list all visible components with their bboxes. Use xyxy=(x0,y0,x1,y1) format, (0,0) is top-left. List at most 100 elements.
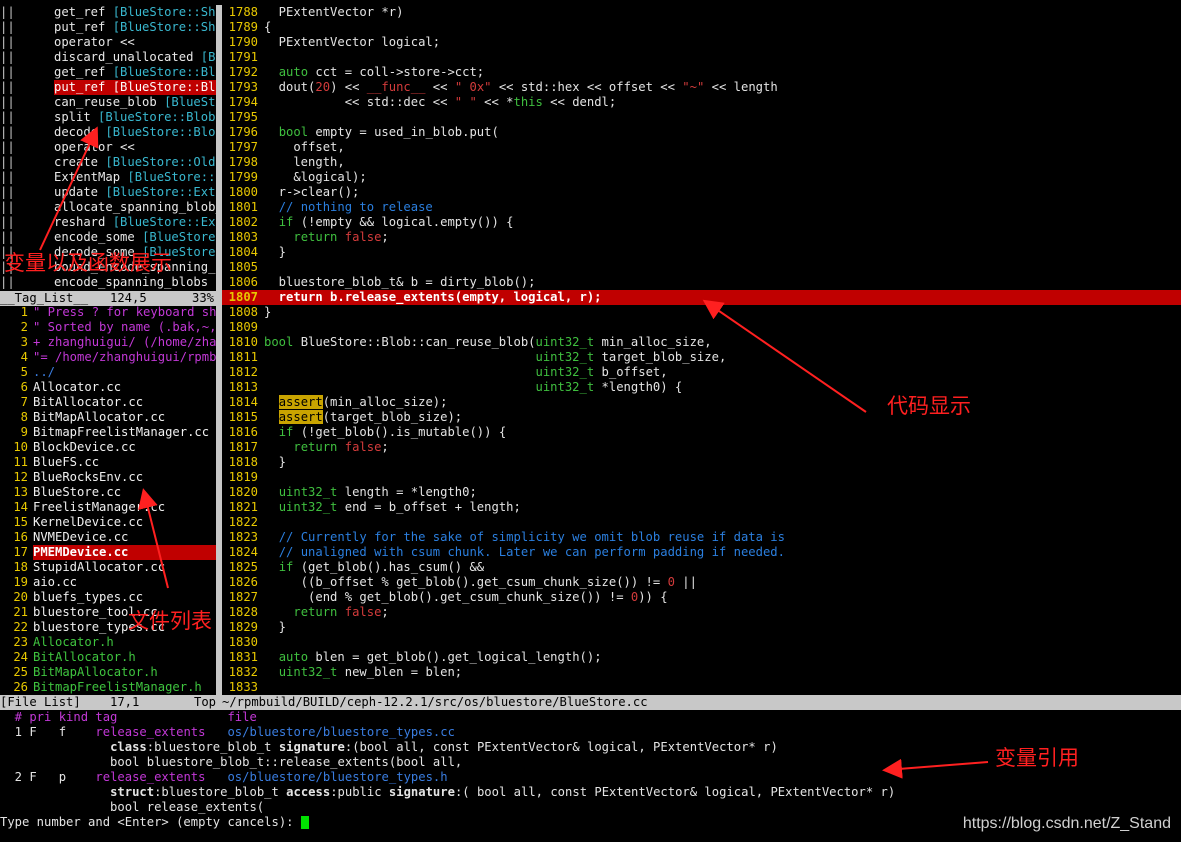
code-line[interactable]: 1802 if (!empty && logical.empty()) { xyxy=(222,215,1181,230)
tag-list-item[interactable]: || encode_spanning_blobs [ xyxy=(0,275,216,290)
file-list-item[interactable]: 15 KernelDevice.cc xyxy=(0,515,216,530)
code-line[interactable]: 1821 uint32_t end = b_offset + length; xyxy=(222,500,1181,515)
code-text: PExtentVector *r) xyxy=(264,5,404,19)
code-line[interactable]: 1791 xyxy=(222,50,1181,65)
file-list-item[interactable]: 3 + zhanghuigui/ (/home/zhan xyxy=(0,335,216,350)
code-line[interactable]: 1819 xyxy=(222,470,1181,485)
code-line[interactable]: 1812 uint32_t b_offset, xyxy=(222,365,1181,380)
code-line[interactable]: 1828 return false; xyxy=(222,605,1181,620)
file-list-item[interactable]: 1 " Press ? for keyboard sho xyxy=(0,305,216,320)
code-line[interactable]: 1798 length, xyxy=(222,155,1181,170)
tag-list-item[interactable]: || split [BlueStore::Blob] xyxy=(0,110,216,125)
tselect-row-2[interactable]: 2 F p release_extents os/bluestore/blues… xyxy=(0,770,1181,785)
tselect-row-1[interactable]: 1 F f release_extents os/bluestore/blues… xyxy=(0,725,1181,740)
file-list-item[interactable]: 20 bluefs_types.cc xyxy=(0,590,216,605)
code-line[interactable]: 1809 xyxy=(222,320,1181,335)
code-line[interactable]: 1803 return false; xyxy=(222,230,1181,245)
code-line[interactable]: 1800 r->clear(); xyxy=(222,185,1181,200)
code-line[interactable]: 1790 PExtentVector logical; xyxy=(222,35,1181,50)
code-line[interactable]: 1829 } xyxy=(222,620,1181,635)
code-line[interactable]: 1827 (end % get_blob().get_csum_chunk_si… xyxy=(222,590,1181,605)
code-line[interactable]: 1831 auto blen = get_blob().get_logical_… xyxy=(222,650,1181,665)
file-list-item[interactable]: 4 "= /home/zhanghuigui/rpmbu xyxy=(0,350,216,365)
current-code-line[interactable]: 1807 return b.release_extents(empty, log… xyxy=(222,290,1181,305)
fold-column: || xyxy=(0,95,15,109)
tag-list-item[interactable]: || operator << xyxy=(0,140,216,155)
code-line[interactable]: 1804 } xyxy=(222,245,1181,260)
code-line[interactable]: 1822 xyxy=(222,515,1181,530)
line-number: 19 xyxy=(13,575,28,589)
code-line[interactable]: 1814 assert(min_alloc_size); xyxy=(222,395,1181,410)
code-line-number: 1831 xyxy=(228,650,258,664)
code-line[interactable]: 1811 uint32_t target_blob_size, xyxy=(222,350,1181,365)
file-list-item[interactable]: 10 BlockDevice.cc xyxy=(0,440,216,455)
file-list-item[interactable]: 16 NVMEDevice.cc xyxy=(0,530,216,545)
tag-list-item[interactable]: || decode [BlueStore::Blob xyxy=(0,125,216,140)
tag-list-item[interactable]: || get_ref [BlueStore::Sha xyxy=(0,5,216,20)
code-line[interactable]: 1823 // Currently for the sake of simpli… xyxy=(222,530,1181,545)
tag-name: create xyxy=(54,155,106,169)
code-line[interactable]: 1824 // unaligned with csum chunk. Later… xyxy=(222,545,1181,560)
code-line[interactable]: 1794 << std::dec << " " << *this << dend… xyxy=(222,95,1181,110)
file-list-item[interactable]: 26 BitmapFreelistManager.h xyxy=(0,680,216,695)
tag-list-item[interactable]: || encode_some [BlueStore: xyxy=(0,230,216,245)
code-line[interactable]: 1788 PExtentVector *r) xyxy=(222,5,1181,20)
code-line-number: 1788 xyxy=(228,5,258,19)
code-line[interactable]: 1820 uint32_t length = *length0; xyxy=(222,485,1181,500)
code-line[interactable]: 1833 xyxy=(222,680,1181,695)
code-line[interactable]: 1801 // nothing to release xyxy=(222,200,1181,215)
file-list-item[interactable]: 19 aio.cc xyxy=(0,575,216,590)
tag-list-item[interactable]: || ExtentMap [BlueStore::E xyxy=(0,170,216,185)
code-line[interactable]: 1826 ((b_offset % get_blob().get_csum_ch… xyxy=(222,575,1181,590)
file-list-item[interactable]: 9 BitmapFreelistManager.cc xyxy=(0,425,216,440)
code-line[interactable]: 1818 } xyxy=(222,455,1181,470)
code-line[interactable]: 1796 bool empty = used_in_blob.put( xyxy=(222,125,1181,140)
tag-list-item[interactable]: || reshard [BlueStore::Ext xyxy=(0,215,216,230)
code-line[interactable]: 1810 bool BlueStore::Blob::can_reuse_blob… xyxy=(222,335,1181,350)
tag-list-item[interactable]: || create [BlueStore::OldE xyxy=(0,155,216,170)
code-line[interactable]: 1805 xyxy=(222,260,1181,275)
file-list-item[interactable]: 2 " Sorted by name (.bak,~,. xyxy=(0,320,216,335)
file-list-item[interactable]: 6 Allocator.cc xyxy=(0,380,216,395)
tag-list-item[interactable]: || get_ref [BlueStore::Blo xyxy=(0,65,216,80)
code-line[interactable]: 1793 dout(20) << __func__ << " 0x" << st… xyxy=(222,80,1181,95)
file-list-item[interactable]: 7 BitAllocator.cc xyxy=(0,395,216,410)
code-line[interactable]: 1808} xyxy=(222,305,1181,320)
file-list-pane[interactable]: 1 " Press ? for keyboard sho 2 " Sorted by … xyxy=(0,305,216,695)
file-list-item[interactable]: 23 Allocator.h xyxy=(0,635,216,650)
fold-column: || xyxy=(0,35,15,49)
code-line[interactable]: 1832 uint32_t new_blen = blen; xyxy=(222,665,1181,680)
tag-list-item[interactable]: || update [BlueStore::Exte xyxy=(0,185,216,200)
file-list-item[interactable]: 18 StupidAllocator.cc xyxy=(0,560,216,575)
code-line[interactable]: 1816 if (!get_blob().is_mutable()) { xyxy=(222,425,1181,440)
tag-list-item[interactable]: || put_ref [BlueStore::Sha xyxy=(0,20,216,35)
code-line[interactable]: 1830 xyxy=(222,635,1181,650)
tag-list-item[interactable]: || discard_unallocated [Blo xyxy=(0,50,216,65)
tag-list-item[interactable]: || put_ref [BlueStore::Blo xyxy=(0,80,216,95)
code-line[interactable]: 1813 uint32_t *length0) { xyxy=(222,380,1181,395)
file-list-item[interactable]: 5 ../ xyxy=(0,365,216,380)
file-list-item[interactable]: 12 BlueRocksEnv.cc xyxy=(0,470,216,485)
code-line[interactable]: 1795 xyxy=(222,110,1181,125)
file-list-item[interactable]: 25 BitMapAllocator.h xyxy=(0,665,216,680)
tag-list-item[interactable]: || allocate_spanning_blob_ xyxy=(0,200,216,215)
code-line[interactable]: 1799 &logical); xyxy=(222,170,1181,185)
file-list-item[interactable]: 14 FreelistManager.cc xyxy=(0,500,216,515)
file-list-item[interactable]: 24 BitAllocator.h xyxy=(0,650,216,665)
fold-column: || xyxy=(0,125,15,139)
line-number: 1 xyxy=(20,305,28,319)
file-list-item[interactable]: 13 BlueStore.cc xyxy=(0,485,216,500)
code-line[interactable]: 1792 auto cct = coll->store->cct; xyxy=(222,65,1181,80)
code-editor-pane[interactable]: 1788 PExtentVector *r) 1789{1790 PExtentV… xyxy=(222,5,1181,695)
tag-list-item[interactable]: || operator << xyxy=(0,35,216,50)
tag-list-item[interactable]: || can_reuse_blob [BlueSto xyxy=(0,95,216,110)
code-line[interactable]: 1815 assert(target_blob_size); xyxy=(222,410,1181,425)
code-line[interactable]: 1797 offset, xyxy=(222,140,1181,155)
file-list-item[interactable]: 17 PMEMDevice.cc xyxy=(0,545,216,560)
code-line[interactable]: 1817 return false; xyxy=(222,440,1181,455)
code-line[interactable]: 1789 { xyxy=(222,20,1181,35)
code-line[interactable]: 1825 if (get_blob().has_csum() && xyxy=(222,560,1181,575)
file-list-item[interactable]: 11 BlueFS.cc xyxy=(0,455,216,470)
code-line[interactable]: 1806 bluestore_blob_t& b = dirty_blob(); xyxy=(222,275,1181,290)
file-list-item[interactable]: 8 BitMapAllocator.cc xyxy=(0,410,216,425)
